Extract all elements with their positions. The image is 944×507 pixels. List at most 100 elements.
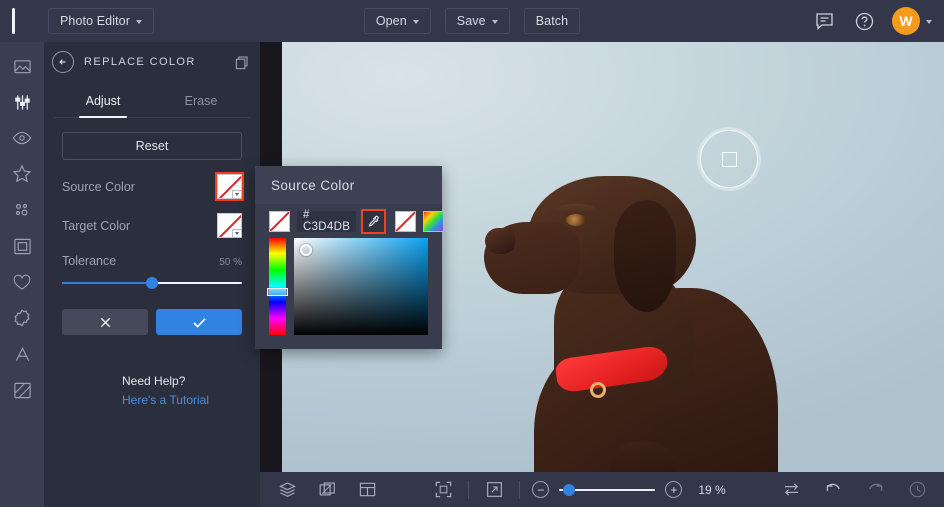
top-bar-right-actions: W <box>812 0 932 42</box>
avatar-chevron-down-icon[interactable] <box>926 20 932 24</box>
redo-arrow-icon[interactable] <box>864 479 886 501</box>
duplicate-layer-icon[interactable] <box>316 479 338 501</box>
saturation-value-box[interactable] <box>294 238 428 335</box>
compare-swap-icon[interactable] <box>780 479 802 501</box>
sidebar-item-textures[interactable] <box>4 376 40 404</box>
reset-button[interactable]: Reset <box>62 132 242 160</box>
befunky-logo-icon <box>10 8 34 34</box>
bottom-bar: − + 19 % <box>260 472 944 507</box>
zoom-in-label: + <box>670 484 677 496</box>
open-button[interactable]: Open <box>364 8 431 34</box>
saturation-value-knob[interactable] <box>300 244 312 256</box>
zoom-controls: − + 19 % <box>532 481 725 498</box>
swatch-chevron-down-icon <box>232 229 242 238</box>
target-color-row: Target Color <box>62 213 242 238</box>
cancel-button[interactable] <box>62 309 148 335</box>
app-logo[interactable] <box>0 8 44 34</box>
tolerance-slider-fill <box>62 282 152 284</box>
sidebar-item-graphics[interactable] <box>4 304 40 332</box>
zoom-slider[interactable] <box>559 484 655 496</box>
save-button[interactable]: Save <box>445 8 510 34</box>
swatch-chevron-down-icon <box>232 190 242 199</box>
brush-cursor-ring-icon <box>700 130 758 188</box>
sidebar-item-frames[interactable] <box>4 232 40 260</box>
sidebar-item-overlays[interactable] <box>4 268 40 296</box>
top-bar: Photo Editor Open Save Batch <box>0 0 944 42</box>
app-menu-label: Photo Editor <box>60 14 130 28</box>
layers-icon[interactable] <box>276 479 298 501</box>
popup-title: Source Color <box>255 166 442 204</box>
avatar[interactable]: W <box>892 7 920 35</box>
color-picker <box>255 238 442 335</box>
tolerance-row: Tolerance 50 % <box>62 254 242 268</box>
checkmark-icon <box>192 316 207 329</box>
sidebar-item-edit[interactable] <box>4 88 40 116</box>
sidebar-item-image[interactable] <box>4 52 40 80</box>
chevron-down-icon <box>492 20 498 24</box>
tool-panel: REPLACE COLOR Adjust Erase Reset Source … <box>44 42 260 507</box>
eyedropper-icon[interactable] <box>363 211 384 232</box>
question-circle-icon[interactable] <box>852 9 876 33</box>
color-wheel-swatch-icon[interactable] <box>423 211 444 232</box>
source-color-popup: Source Color # C3D4DB <box>255 166 442 349</box>
apply-button[interactable] <box>156 309 242 335</box>
help-title: Need Help? <box>122 374 209 388</box>
bottom-left-tools <box>276 479 378 501</box>
sidebar-item-artsy[interactable] <box>4 196 40 224</box>
zoom-in-button[interactable]: + <box>665 481 682 498</box>
close-x-icon <box>99 316 112 329</box>
bottom-view-tools <box>432 479 520 501</box>
panel-actions <box>62 309 242 335</box>
chevron-down-icon <box>136 20 142 24</box>
panel-body: Reset Source Color Target Color Toleranc… <box>44 118 260 335</box>
back-arrow-circle-icon[interactable] <box>52 51 74 73</box>
copy-layers-icon[interactable] <box>235 55 250 70</box>
undo-arrow-icon[interactable] <box>822 479 844 501</box>
bottom-history-tools <box>780 479 928 501</box>
batch-label: Batch <box>536 14 568 28</box>
tolerance-slider-knob[interactable] <box>146 277 158 289</box>
history-clock-icon[interactable] <box>906 479 928 501</box>
tolerance-label: Tolerance <box>62 254 116 268</box>
page-title: REPLACE COLOR <box>84 56 225 68</box>
sidebar-item-touch-up[interactable] <box>4 124 40 152</box>
tutorial-link[interactable]: Here's a Tutorial <box>122 393 209 407</box>
no-color-swatch-icon[interactable] <box>269 211 290 232</box>
tolerance-slider[interactable] <box>62 277 242 289</box>
tool-rail <box>0 42 44 507</box>
hue-slider-knob[interactable] <box>267 288 288 296</box>
expand-arrow-icon[interactable] <box>483 479 505 501</box>
hex-input[interactable]: # C3D4DB <box>297 211 356 232</box>
batch-button[interactable]: Batch <box>524 8 580 34</box>
open-label: Open <box>376 14 407 28</box>
tab-adjust[interactable]: Adjust <box>54 84 152 117</box>
divider <box>519 481 520 499</box>
hue-slider[interactable] <box>269 238 286 335</box>
source-color-swatch[interactable] <box>217 174 242 199</box>
zoom-percentage: 19 % <box>698 483 725 497</box>
chevron-down-icon <box>413 20 419 24</box>
chat-bubble-icon[interactable] <box>812 9 836 33</box>
app-menu-button[interactable]: Photo Editor <box>48 8 154 34</box>
target-color-label: Target Color <box>62 219 130 233</box>
help-section: Need Help? Here's a Tutorial <box>122 374 209 407</box>
dog-subject <box>482 170 812 472</box>
tolerance-value: 50 % <box>219 257 242 268</box>
fit-to-screen-icon[interactable] <box>432 479 454 501</box>
source-color-row: Source Color <box>62 174 242 199</box>
sidebar-item-text[interactable] <box>4 340 40 368</box>
zoom-out-button[interactable]: − <box>532 481 549 498</box>
avatar-initial: W <box>899 13 912 29</box>
reset-label: Reset <box>136 139 169 153</box>
hex-value: # C3D4DB <box>303 209 350 233</box>
tab-erase[interactable]: Erase <box>152 84 250 117</box>
panel-tabs: Adjust Erase <box>54 84 250 118</box>
panel-header: REPLACE COLOR <box>44 42 260 82</box>
no-color-swatch-icon-2[interactable] <box>395 211 416 232</box>
grid-layout-icon[interactable] <box>356 479 378 501</box>
sidebar-item-effects[interactable] <box>4 160 40 188</box>
source-color-label: Source Color <box>62 180 135 194</box>
zoom-slider-knob[interactable] <box>563 484 575 496</box>
target-color-swatch[interactable] <box>217 213 242 238</box>
save-label: Save <box>457 14 486 28</box>
